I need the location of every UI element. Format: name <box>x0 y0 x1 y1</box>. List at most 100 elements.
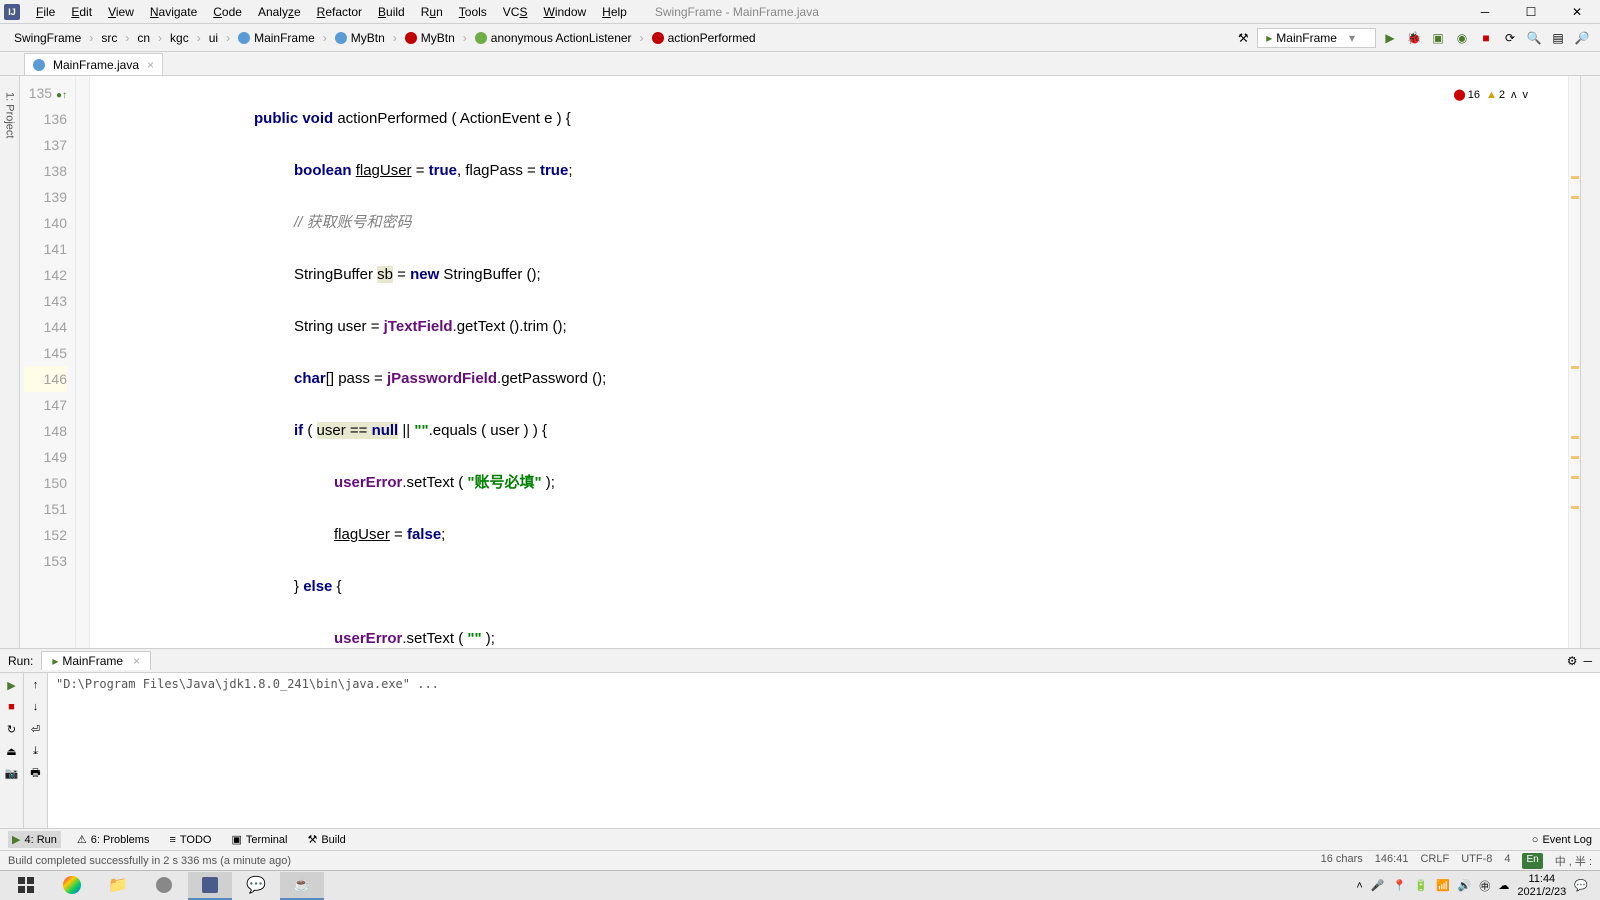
tab-todo[interactable]: ≡TODO <box>165 832 215 848</box>
minimize-button[interactable]: ─ <box>1462 0 1508 24</box>
exit-button[interactable]: ⏏ <box>4 743 20 759</box>
status-caret-pos[interactable]: 146:41 <box>1375 853 1409 869</box>
update-button[interactable]: ⟳ <box>1500 28 1520 48</box>
tray-battery-icon[interactable]: 🔋 <box>1414 879 1428 892</box>
file-tab-mainframe[interactable]: MainFrame.java × <box>24 53 163 75</box>
tray-clock[interactable]: 11:442021/2/23 <box>1517 873 1566 899</box>
code-content[interactable]: public void actionPerformed ( ActionEven… <box>90 76 1568 648</box>
inspection-indicator[interactable]: ⬤16 ▲2 ʌ v <box>1453 82 1528 108</box>
status-chars: 16 chars <box>1321 853 1363 869</box>
tray-wifi-icon[interactable]: 📶 <box>1436 879 1450 892</box>
windows-taskbar: 📁 💬 ☕ ˄ 🎤 📍 🔋 📶 🔊 ㊥ ☁ 11:442021/2/23 💬 <box>0 870 1600 900</box>
run-settings-icon[interactable]: ⚙ <box>1567 654 1578 668</box>
crumb-src[interactable]: src <box>95 29 123 47</box>
stop-button[interactable]: ■ <box>1476 28 1496 48</box>
crumb-mybtn-ctor[interactable]: MyBtn <box>399 29 461 47</box>
menu-vcs[interactable]: VCS <box>495 3 536 21</box>
dump-threads-button[interactable]: 📷 <box>4 765 20 781</box>
menu-tools[interactable]: Tools <box>451 3 495 21</box>
status-line-sep[interactable]: CRLF <box>1420 853 1449 869</box>
ime-indicator[interactable]: En <box>1522 853 1542 869</box>
settings-icon[interactable]: 🔎 <box>1572 28 1592 48</box>
crumb-project[interactable]: SwingFrame <box>8 29 87 47</box>
tray-notifications-icon[interactable]: 💬 <box>1574 879 1588 892</box>
status-encoding[interactable]: UTF-8 <box>1461 853 1492 869</box>
event-log-icon[interactable]: ○ <box>1532 834 1539 846</box>
coverage-button[interactable]: ▣ <box>1428 28 1448 48</box>
tray-ime-icon[interactable]: ㊥ <box>1479 878 1490 894</box>
up-stack-button[interactable]: ↑ <box>28 677 44 693</box>
run-configuration-select[interactable]: ▸MainFrame▾ <box>1257 28 1376 48</box>
rerun-button[interactable]: ▶ <box>4 677 20 693</box>
tray-chevron-icon[interactable]: ˄ <box>1356 880 1362 892</box>
print-button[interactable]: 🖶 <box>28 765 44 781</box>
stop-run-button[interactable]: ■ <box>4 699 20 715</box>
gutter-line-numbers: 135 ●↑ 136 137 138 139 140 141 142 143 1… <box>20 76 76 648</box>
taskbar-explorer[interactable]: 📁 <box>96 872 140 900</box>
tray-location-icon[interactable]: 📍 <box>1393 879 1407 892</box>
build-icon[interactable]: ⚒ <box>1233 28 1253 48</box>
tab-event-log[interactable]: Event Log <box>1542 834 1592 846</box>
menu-file[interactable]: File <box>28 3 63 21</box>
tray-mic-icon[interactable]: 🎤 <box>1371 879 1385 892</box>
debug-button[interactable]: 🐞 <box>1404 28 1424 48</box>
taskbar-app1[interactable] <box>142 872 186 900</box>
tray-onedrive-icon[interactable]: ☁ <box>1498 879 1509 892</box>
tab-problems[interactable]: ⚠6: Problems <box>73 831 154 848</box>
prev-highlight-icon[interactable]: ʌ <box>1511 82 1517 108</box>
navigation-bar: SwingFrame› src› cn› kgc› ui› MainFrame›… <box>0 24 1600 52</box>
menu-edit[interactable]: Edit <box>63 3 100 21</box>
tab-run[interactable]: ▶4: Run <box>8 831 61 848</box>
tray-volume-icon[interactable]: 🔊 <box>1458 879 1472 892</box>
menu-view[interactable]: View <box>100 3 142 21</box>
fold-gutter[interactable] <box>76 76 90 648</box>
menu-help[interactable]: Help <box>594 3 635 21</box>
run-tab-mainframe[interactable]: ▸MainFrame× <box>41 651 151 670</box>
window-title: SwingFrame - MainFrame.java <box>655 5 819 19</box>
restart-button[interactable]: ↻ <box>4 721 20 737</box>
tab-terminal[interactable]: ▣Terminal <box>227 831 291 848</box>
search-everywhere-icon[interactable]: 🔍 <box>1524 28 1544 48</box>
close-tab-icon[interactable]: × <box>147 58 154 72</box>
taskbar-wechat[interactable]: 💬 <box>234 872 278 900</box>
crumb-actionperformed[interactable]: actionPerformed <box>646 29 762 47</box>
menu-run[interactable]: Run <box>413 3 451 21</box>
taskbar-intellij[interactable] <box>188 872 232 900</box>
crumb-kgc[interactable]: kgc <box>164 29 195 47</box>
error-stripe[interactable] <box>1568 76 1580 648</box>
taskbar-java[interactable]: ☕ <box>280 872 324 900</box>
next-highlight-icon[interactable]: v <box>1523 82 1529 108</box>
console-output[interactable]: "D:\Program Files\Java\jdk1.8.0_241\bin\… <box>48 673 1600 828</box>
menu-refactor[interactable]: Refactor <box>309 3 370 21</box>
status-indent[interactable]: 4 <box>1504 853 1510 869</box>
menu-analyze[interactable]: Analyze <box>250 3 309 21</box>
menu-code[interactable]: Code <box>205 3 250 21</box>
run-button[interactable]: ▶ <box>1380 28 1400 48</box>
ime-mode[interactable]: 中 , 半 : <box>1555 853 1592 869</box>
down-stack-button[interactable]: ↓ <box>28 699 44 715</box>
code-editor[interactable]: 135 ●↑ 136 137 138 139 140 141 142 143 1… <box>20 76 1580 648</box>
start-button[interactable] <box>4 872 48 900</box>
menu-window[interactable]: Window <box>535 3 594 21</box>
right-tool-stripe <box>1580 76 1600 648</box>
run-minimize-icon[interactable]: ─ <box>1583 654 1592 668</box>
crumb-anon-listener[interactable]: anonymous ActionListener <box>469 29 638 47</box>
project-tool-tab[interactable]: 1: Project <box>2 84 18 146</box>
scroll-end-button[interactable]: ⤓ <box>28 743 44 759</box>
override-icon[interactable]: ●↑ <box>56 90 67 101</box>
crumb-mybtn[interactable]: MyBtn <box>329 29 391 47</box>
taskbar-browser[interactable] <box>50 872 94 900</box>
soft-wrap-button[interactable]: ⏎ <box>28 721 44 737</box>
editor-tabs: MainFrame.java × <box>0 52 1600 76</box>
tab-build[interactable]: ⚒Build <box>303 831 349 848</box>
run-panel-label: Run: <box>8 654 33 668</box>
menu-navigate[interactable]: Navigate <box>142 3 205 21</box>
maximize-button[interactable]: ☐ <box>1508 0 1554 24</box>
crumb-mainframe[interactable]: MainFrame <box>232 29 321 47</box>
crumb-cn[interactable]: cn <box>131 29 156 47</box>
project-structure-icon[interactable]: ▤ <box>1548 28 1568 48</box>
profile-button[interactable]: ◉ <box>1452 28 1472 48</box>
close-button[interactable]: ✕ <box>1554 0 1600 24</box>
menu-build[interactable]: Build <box>370 3 413 21</box>
crumb-ui[interactable]: ui <box>203 29 224 47</box>
